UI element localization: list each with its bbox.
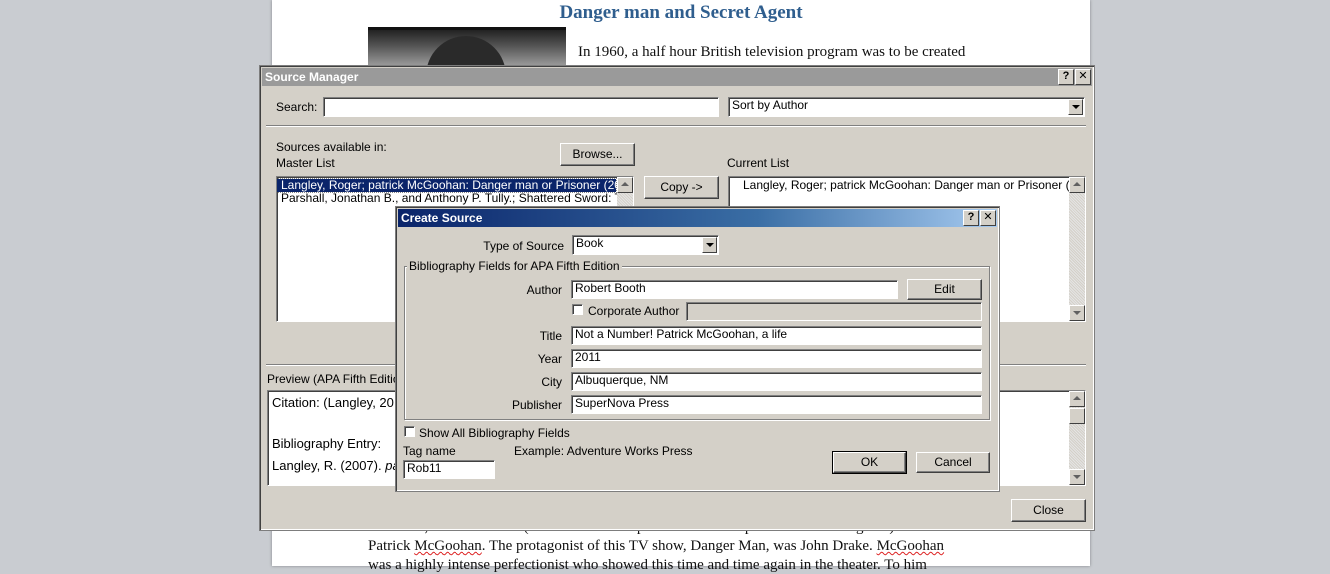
chevron-down-icon[interactable] xyxy=(702,237,717,253)
document-photo xyxy=(368,27,566,96)
sources-available-label: Sources available in: xyxy=(276,140,387,154)
example-text: Example: Adventure Works Press xyxy=(514,444,693,458)
divider xyxy=(266,125,1086,127)
edit-author-button[interactable]: Edit xyxy=(907,279,982,300)
preview-bibliography-label: Bibliography Entry: xyxy=(272,436,382,451)
chevron-down-icon[interactable] xyxy=(1068,99,1083,115)
type-of-source-dropdown[interactable]: Book xyxy=(572,235,719,255)
bibliography-fields-label: Bibliography Fields for APA Fifth Editio… xyxy=(407,259,622,273)
show-all-fields-checkbox[interactable] xyxy=(404,426,415,437)
type-of-source-value: Book xyxy=(576,236,604,250)
current-list-scrollbar[interactable] xyxy=(1069,177,1085,321)
scroll-thumb[interactable] xyxy=(1069,408,1085,424)
publisher-label: Publisher xyxy=(511,398,562,412)
publisher-field[interactable]: SuperNova Press xyxy=(571,395,982,414)
author-field[interactable]: Robert Booth xyxy=(571,280,898,299)
ok-button[interactable]: OK xyxy=(832,451,907,474)
show-all-fields-label: Show All Bibliography Fields xyxy=(419,426,570,440)
create-source-titlebar: Create Source ? ✕ xyxy=(398,209,997,227)
year-field[interactable]: 2011 xyxy=(571,349,982,368)
cancel-button[interactable]: Cancel xyxy=(916,452,990,473)
preview-scrollbar[interactable] xyxy=(1069,391,1085,485)
city-label: City xyxy=(541,375,562,389)
source-manager-titlebar: Source Manager ? ✕ xyxy=(262,68,1092,86)
title-label: Title xyxy=(539,329,562,343)
preview-label: Preview (APA Fifth Edition) xyxy=(267,372,411,386)
browse-button[interactable]: Browse... xyxy=(560,143,635,166)
close-button[interactable]: Close xyxy=(1011,499,1086,522)
tag-name-field[interactable]: Rob11 xyxy=(403,460,495,479)
copy-button[interactable]: Copy -> xyxy=(644,176,719,199)
scroll-down-icon[interactable] xyxy=(1069,469,1085,485)
list-item[interactable]: Langley, Roger; patrick McGoohan: Danger… xyxy=(729,179,1085,192)
master-list-label: Master List xyxy=(276,156,335,170)
create-source-title: Create Source xyxy=(401,211,483,225)
list-item[interactable]: Parshall, Jonathan B., and Anthony P. Tu… xyxy=(277,192,633,205)
author-label: Author xyxy=(526,283,562,297)
type-of-source-label: Type of Source xyxy=(483,239,564,253)
help-button[interactable]: ? xyxy=(1058,69,1074,85)
current-list-label: Current List xyxy=(727,156,790,170)
search-input[interactable] xyxy=(323,97,719,117)
preview-bibliography-entry: Langley, R. (2007). pa xyxy=(272,458,400,473)
document-paragraph-line: Patrick McGoohan. The protagonist of thi… xyxy=(368,538,945,554)
corporate-author-checkbox[interactable] xyxy=(572,304,583,315)
tag-name-label: Tag name xyxy=(403,444,456,458)
corporate-author-label: Corporate Author xyxy=(588,304,680,318)
sort-dropdown-value: Sort by Author xyxy=(732,98,809,112)
city-field[interactable]: Albuquerque, NM xyxy=(571,372,982,391)
create-source-dialog: Create Source ? ✕ Type of Source Book Bi… xyxy=(395,206,1000,492)
document-paragraph-line: In 1960, a half hour British television … xyxy=(578,44,966,60)
help-button[interactable]: ? xyxy=(963,210,979,226)
preview-citation: Citation: (Langley, 20 xyxy=(272,395,394,410)
scroll-down-icon[interactable] xyxy=(1069,305,1085,321)
sort-dropdown[interactable]: Sort by Author xyxy=(728,97,1085,117)
year-label: Year xyxy=(537,352,562,366)
scroll-up-icon[interactable] xyxy=(1069,391,1085,407)
close-icon[interactable]: ✕ xyxy=(980,210,996,226)
search-label: Search: xyxy=(276,100,318,114)
close-icon[interactable]: ✕ xyxy=(1075,69,1091,85)
source-manager-title: Source Manager xyxy=(265,70,359,84)
scroll-up-icon[interactable] xyxy=(1069,177,1085,193)
corporate-author-field[interactable] xyxy=(686,302,982,321)
scroll-up-icon[interactable] xyxy=(617,177,633,193)
title-field[interactable]: Not a Number! Patrick McGoohan, a life xyxy=(571,326,982,345)
document-heading: Danger man and Secret Agent xyxy=(559,2,803,23)
